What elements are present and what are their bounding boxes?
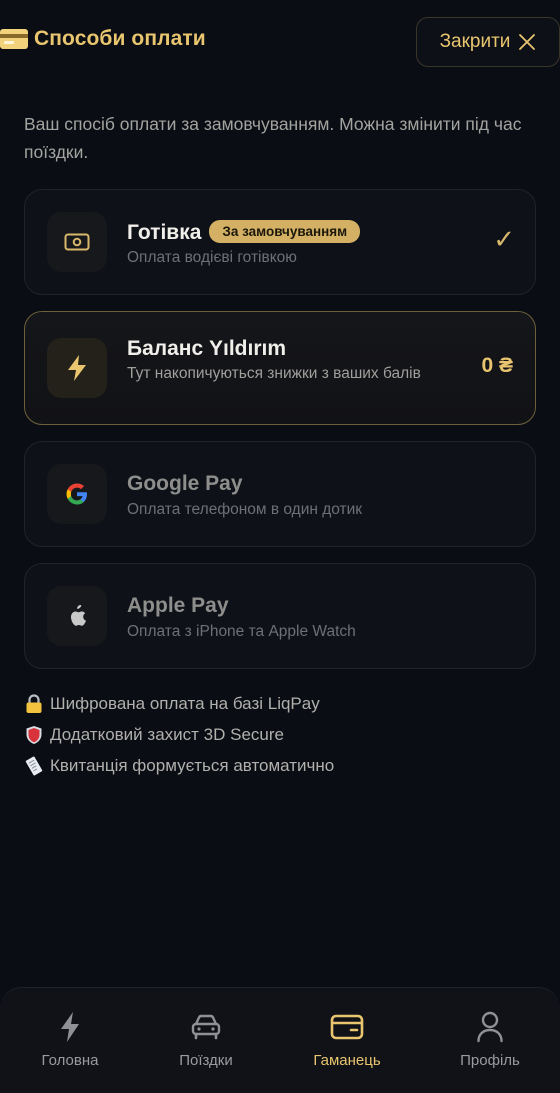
credit-card-icon: [0, 29, 28, 49]
close-icon: [518, 33, 536, 51]
lightning-icon: [58, 1010, 82, 1044]
payment-method-title: Баланс Yıldırım: [127, 337, 287, 360]
intro-text: Ваш спосіб оплати за замовчуванням. Можн…: [24, 114, 522, 162]
nav-label: Головна: [41, 1052, 99, 1069]
payment-method-subtitle: Оплата з iPhone та Apple Watch: [127, 623, 356, 640]
nav-item-trips[interactable]: Поїздки: [136, 988, 276, 1093]
car-icon: [190, 1010, 222, 1044]
feature-item: Шифрована оплата на базі LiqPay: [24, 688, 334, 719]
user-icon: [476, 1010, 504, 1044]
google-icon: [47, 464, 107, 524]
apple-icon: [47, 586, 107, 646]
receipt-icon: [24, 756, 44, 776]
feature-item: Додатковий захист 3D Secure: [24, 719, 334, 750]
payment-method-title: Готівка За замовчуванням: [127, 220, 361, 245]
payment-method-cash[interactable]: Готівка За замовчуванням Оплата водієві г…: [24, 189, 536, 295]
payment-method-subtitle: Тут накопичуються знижки з ваших балів: [127, 365, 421, 382]
nav-item-home[interactable]: Головна: [0, 988, 140, 1093]
payment-method-subtitle: Оплата водієві готівкою: [127, 249, 297, 266]
nav-label: Гаманець: [313, 1052, 381, 1069]
wallet-icon: [330, 1010, 364, 1044]
default-badge: За замовчуванням: [209, 220, 361, 243]
bottom-navigation: Головна Поїздки Гаманець Профіль: [0, 987, 560, 1093]
balance-amount: 0 ₴: [481, 354, 513, 377]
payment-methods-screen: Способи оплати Закрити Ваш спосіб оплати…: [0, 0, 560, 1093]
shield-icon: [24, 725, 44, 745]
payment-method-subtitle: Оплата телефоном в один дотик: [127, 501, 363, 518]
cash-icon: [47, 212, 107, 272]
close-button[interactable]: Закрити: [416, 17, 560, 67]
payment-method-title: Apple Pay: [127, 594, 229, 617]
payment-method-balance[interactable]: Баланс Yıldırım Тут накопичуються знижки…: [24, 311, 536, 425]
header: Способи оплати Закрити: [0, 16, 560, 68]
feature-item: Квитанція формується автоматично: [24, 750, 334, 781]
selected-check-icon: ✓: [493, 224, 515, 254]
security-features-list: Шифрована оплата на базі LiqPay Додатков…: [24, 688, 334, 781]
page-title: Способи оплати: [0, 27, 206, 51]
close-label: Закрити: [439, 31, 511, 52]
nav-label: Профіль: [460, 1052, 520, 1069]
page-title-text: Способи оплати: [34, 27, 206, 50]
nav-label: Поїздки: [179, 1052, 233, 1069]
lock-icon: [24, 693, 44, 714]
nav-item-wallet[interactable]: Гаманець: [277, 988, 417, 1093]
lightning-icon: [47, 338, 107, 398]
payment-method-google-pay[interactable]: Google Pay Оплата телефоном в один дотик: [24, 441, 536, 547]
payment-method-title: Google Pay: [127, 472, 243, 495]
payment-method-apple-pay[interactable]: Apple Pay Оплата з iPhone та Apple Watch: [24, 563, 536, 669]
nav-item-profile[interactable]: Профіль: [420, 988, 560, 1093]
